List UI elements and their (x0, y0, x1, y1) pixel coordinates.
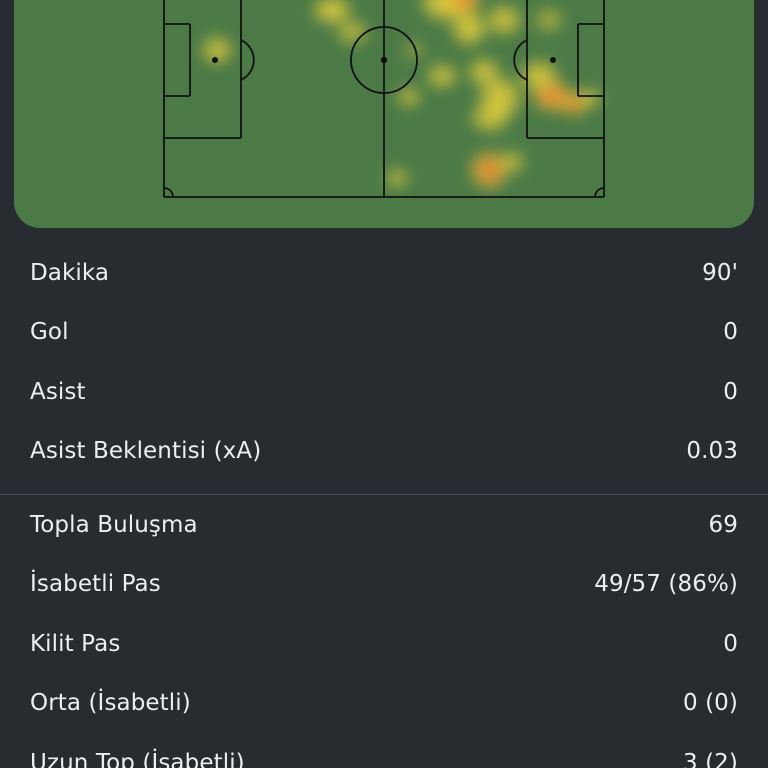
player-stats-screen: Dakika 90' Gol 0 Asist 0 Asist Beklentis… (0, 0, 768, 768)
stat-label: Uzun Top (İsabetli) (30, 749, 245, 768)
stat-value: 69 (708, 511, 738, 538)
stat-label: Asist Beklentisi (xA) (30, 438, 262, 465)
stat-value: 0.03 (686, 438, 738, 465)
stat-label: Topla Buluşma (30, 511, 198, 538)
stat-row-long-balls: Uzun Top (İsabetli) 3 (2) (0, 733, 768, 768)
stat-label: Asist (30, 378, 86, 405)
stat-value: 49/57 (86%) (594, 571, 738, 598)
stat-value: 0 (723, 319, 738, 346)
stats-group-passing: Topla Buluşma 69 İsabetli Pas 49/57 (86%… (0, 495, 768, 768)
stat-value: 3 (2) (682, 749, 738, 768)
stat-row-minutes: Dakika 90' (0, 243, 768, 303)
stat-row-goals: Gol 0 (0, 303, 768, 363)
pitch-spots (212, 56, 556, 64)
heatmap-pitch (163, 0, 605, 198)
stat-label: Dakika (30, 259, 110, 286)
stat-row-accurate-passes: İsabetli Pas 49/57 (86%) (0, 555, 768, 615)
stat-value: 0 (723, 378, 738, 405)
stat-label: Kilit Pas (30, 630, 121, 657)
stat-label: Orta (İsabetli) (30, 690, 191, 717)
stat-label: İsabetli Pas (30, 571, 161, 598)
stat-row-expected-assists: Asist Beklentisi (xA) 0.03 (0, 422, 768, 482)
stat-row-touches: Topla Buluşma 69 (0, 495, 768, 555)
stat-row-crosses: Orta (İsabetli) 0 (0) (0, 674, 768, 734)
heatmap-card (14, 0, 754, 228)
stat-row-key-passes: Kilit Pas 0 (0, 614, 768, 674)
stat-row-assists: Asist 0 (0, 362, 768, 422)
stat-value: 0 (723, 630, 738, 657)
stat-value: 90' (702, 259, 738, 286)
stat-value: 0 (0) (682, 690, 738, 717)
stats-list: Dakika 90' Gol 0 Asist 0 Asist Beklentis… (0, 243, 768, 768)
stat-label: Gol (30, 319, 69, 346)
heat-zones (199, 0, 603, 192)
